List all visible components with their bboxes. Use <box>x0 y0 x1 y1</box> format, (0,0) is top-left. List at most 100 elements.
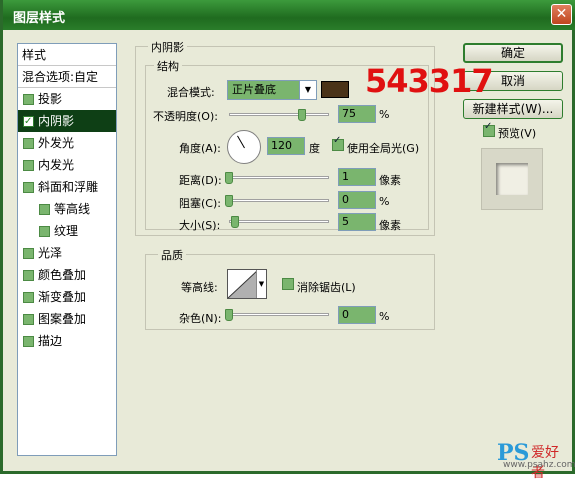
noise-slider-track <box>225 313 329 316</box>
title-bar: 图层样式 ✕ <box>3 0 575 30</box>
style-item[interactable]: 内阴影 <box>18 110 116 133</box>
opacity-slider-thumb[interactable] <box>298 109 306 121</box>
structure-title: 结构 <box>154 58 182 74</box>
preview-checkbox[interactable] <box>483 121 495 137</box>
overlay-number: 543317 <box>365 62 494 100</box>
distance-slider-thumb[interactable] <box>225 172 233 184</box>
angle-dial[interactable] <box>227 130 261 164</box>
blend-mode-label: 混合模式: <box>167 86 215 99</box>
style-item-checkbox[interactable] <box>23 314 34 325</box>
antialias-label: 消除锯齿(L) <box>297 281 356 294</box>
style-item-label: 颜色叠加 <box>38 268 87 282</box>
size-slider-thumb[interactable] <box>231 216 239 228</box>
style-item-label: 投影 <box>38 92 63 106</box>
style-item-label: 渐变叠加 <box>38 290 87 304</box>
choke-slider-thumb[interactable] <box>225 195 233 207</box>
window-title: 图层样式 <box>13 11 66 26</box>
ps-logo-url: www.psahz.com <box>503 460 575 470</box>
style-item-label: 纹理 <box>54 224 79 238</box>
new-style-button[interactable]: 新建样式(W)... <box>463 99 563 119</box>
size-slider[interactable] <box>229 214 329 230</box>
chevron-down-icon: ▼ <box>299 81 316 99</box>
ok-button[interactable]: 确定 <box>463 43 563 63</box>
shadow-color-swatch[interactable] <box>321 81 349 98</box>
distance-input[interactable]: 1 <box>338 168 376 186</box>
style-item[interactable]: 描边 <box>18 330 116 352</box>
blending-options-label: 混合选项:自定 <box>22 70 99 84</box>
opacity-unit: % <box>379 108 390 121</box>
blending-options-item[interactable]: 混合选项:自定 <box>18 66 116 88</box>
style-item-label: 等高线 <box>54 202 91 216</box>
global-light-label: 使用全局光(G) <box>347 142 420 155</box>
style-item[interactable]: 内发光 <box>18 154 116 176</box>
style-item-checkbox[interactable] <box>39 226 50 237</box>
style-item-label: 斜面和浮雕 <box>38 180 99 194</box>
choke-label: 阻塞(C): <box>179 197 221 210</box>
style-item[interactable]: 图案叠加 <box>18 308 116 330</box>
noise-slider[interactable] <box>225 307 329 323</box>
style-item[interactable]: 斜面和浮雕 <box>18 176 116 198</box>
chevron-down-icon: ▼ <box>256 270 266 298</box>
opacity-slider-track <box>229 113 329 116</box>
style-item-checkbox[interactable] <box>23 248 34 259</box>
distance-label: 距离(D): <box>179 174 222 187</box>
style-item-checkbox[interactable] <box>39 204 50 215</box>
angle-needle <box>237 135 245 149</box>
style-item-checkbox[interactable] <box>23 94 34 105</box>
opacity-slider[interactable] <box>229 107 329 123</box>
contour-label: 等高线: <box>181 281 218 294</box>
global-light-checkbox[interactable] <box>332 135 344 151</box>
opacity-label: 不透明度(O): <box>153 110 218 123</box>
styles-header[interactable]: 样式 <box>18 44 116 66</box>
contour-curve-icon <box>228 270 258 298</box>
choke-slider-track <box>225 199 329 202</box>
style-item-label: 光泽 <box>38 246 63 260</box>
layer-style-dialog: 图层样式 ✕ 样式 混合选项:自定 投影内阴影外发光内发光斜面和浮雕等高线纹理光… <box>0 0 575 481</box>
style-item[interactable]: 光泽 <box>18 242 116 264</box>
blend-mode-select[interactable]: 正片叠底 ▼ <box>227 80 317 100</box>
opacity-input[interactable]: 75 <box>338 105 376 123</box>
size-slider-track <box>229 220 329 223</box>
style-preview-swatch <box>496 163 528 195</box>
size-unit: 像素 <box>379 219 401 232</box>
style-item-checkbox[interactable] <box>23 336 34 347</box>
style-item-label: 外发光 <box>38 136 75 150</box>
distance-unit: 像素 <box>379 174 401 187</box>
quality-title: 品质 <box>158 247 186 263</box>
style-item[interactable]: 颜色叠加 <box>18 264 116 286</box>
style-item-checkbox[interactable] <box>23 182 34 193</box>
style-item-checkbox[interactable] <box>23 111 34 133</box>
style-item-checkbox[interactable] <box>23 292 34 303</box>
distance-slider[interactable] <box>225 170 329 186</box>
style-item[interactable]: 纹理 <box>18 220 116 242</box>
noise-input[interactable]: 0 <box>338 306 376 324</box>
antialias-checkbox[interactable] <box>282 278 294 290</box>
style-item-checkbox[interactable] <box>23 160 34 171</box>
choke-slider[interactable] <box>225 193 329 209</box>
styles-list-panel: 样式 混合选项:自定 投影内阴影外发光内发光斜面和浮雕等高线纹理光泽颜色叠加渐变… <box>17 43 117 456</box>
angle-unit: 度 <box>309 142 320 155</box>
style-item-label: 内阴影 <box>38 114 75 128</box>
style-preview <box>481 148 543 210</box>
preview-label: 预览(V) <box>498 127 537 140</box>
angle-label: 角度(A): <box>179 142 221 155</box>
styles-header-label: 样式 <box>22 48 47 62</box>
choke-unit: % <box>379 195 390 208</box>
style-item-checkbox[interactable] <box>23 138 34 149</box>
noise-slider-thumb[interactable] <box>225 309 233 321</box>
style-item[interactable]: 渐变叠加 <box>18 286 116 308</box>
style-item[interactable]: 外发光 <box>18 132 116 154</box>
style-item[interactable]: 投影 <box>18 88 116 110</box>
style-item[interactable]: 等高线 <box>18 198 116 220</box>
noise-unit: % <box>379 310 390 323</box>
inner-shadow-title: 内阴影 <box>148 39 187 55</box>
style-item-label: 内发光 <box>38 158 75 172</box>
distance-slider-track <box>225 176 329 179</box>
choke-input[interactable]: 0 <box>338 191 376 209</box>
close-button[interactable]: ✕ <box>551 4 572 25</box>
contour-picker[interactable]: ▼ <box>227 269 267 299</box>
size-label: 大小(S): <box>179 219 221 232</box>
style-item-checkbox[interactable] <box>23 270 34 281</box>
angle-input[interactable]: 120 <box>267 137 305 155</box>
size-input[interactable]: 5 <box>338 213 376 231</box>
